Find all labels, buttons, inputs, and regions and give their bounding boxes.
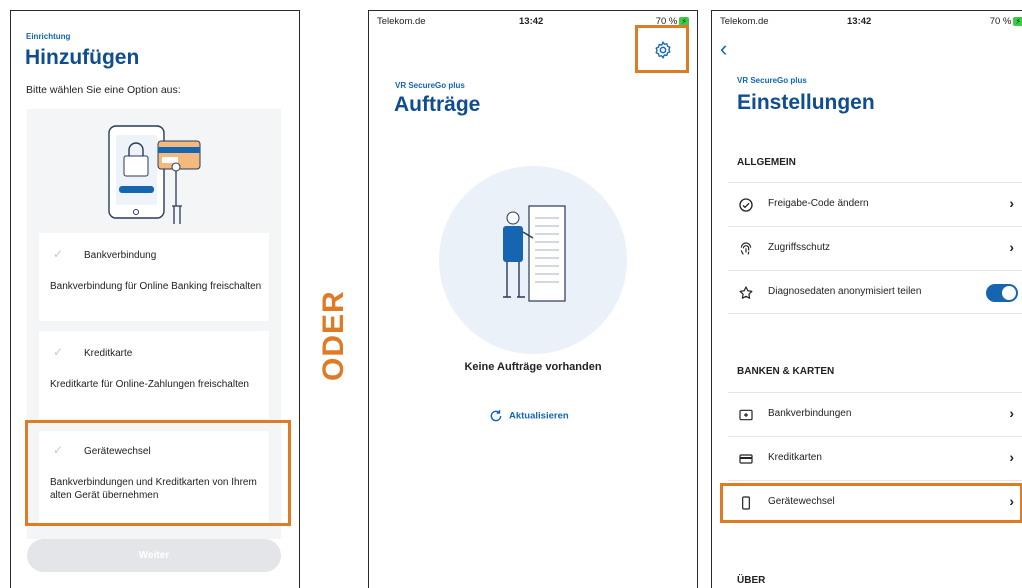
phone-card-illustration	[108, 125, 201, 224]
section-header-allgemein: ALLGEMEIN	[737, 157, 796, 168]
option-card-bankverbindung[interactable]: ✓ Bankverbindung Bankverbindung für Onli…	[39, 233, 269, 321]
gear-icon	[655, 41, 671, 59]
battery-indicator: 70 % ⚡	[990, 16, 1022, 27]
back-chevron-icon[interactable]: ‹	[720, 36, 727, 62]
chevron-right-icon: ›	[1009, 405, 1014, 421]
check-icon: ✓	[53, 345, 64, 359]
next-button[interactable]: Weiter	[27, 539, 281, 572]
eyebrow-label: VR SecureGo plus	[395, 81, 465, 90]
page-title: Einstellungen	[737, 91, 875, 114]
option-title: Bankverbindung	[84, 250, 157, 261]
option-description: Kreditkarte für Online-Zahlungen freisch…	[50, 379, 249, 390]
screen-settings: Telekom.de 13:42 70 % ⚡ ‹ VR SecureGo plu…	[711, 10, 1022, 588]
battery-label: 70 %	[989, 16, 1012, 27]
refresh-label: Aktualisieren	[509, 410, 569, 422]
settings-row-diagnosedaten: Diagnosedaten anonymisiert teilen	[728, 270, 1022, 314]
option-card-kreditkarte[interactable]: ✓ Kreditkarte Kreditkarte für Online-Zah…	[39, 331, 269, 419]
settings-row-zugriffsschutz[interactable]: Zugriffsschutz ›	[728, 226, 1022, 270]
row-label: Bankverbindungen	[768, 408, 852, 419]
carrier-label: Telekom.de	[377, 16, 426, 27]
instruction-text: Bitte wählen Sie eine Option aus:	[26, 84, 181, 96]
option-title: Kreditkarte	[84, 348, 133, 359]
chevron-right-icon: ›	[1009, 195, 1014, 211]
check-icon: ✓	[53, 247, 64, 261]
clock: 13:42	[847, 16, 872, 27]
chevron-right-icon: ›	[1009, 449, 1014, 465]
carrier-label: Telekom.de	[720, 16, 769, 27]
row-label: Diagnosedaten anonymisiert teilen	[768, 286, 922, 297]
person-list-illustration	[503, 205, 566, 302]
settings-row-bankverbindungen[interactable]: Bankverbindungen ›	[728, 392, 1022, 436]
battery-icon: ⚡	[1013, 17, 1022, 26]
eyebrow-label: Einrichtung	[26, 32, 71, 41]
settings-button[interactable]	[635, 25, 689, 73]
screen-add-option: Einrichtung Hinzufügen Bitte wählen Sie …	[10, 10, 300, 588]
check-circle-icon	[739, 198, 753, 212]
section-header-banken-karten: BANKEN & KARTEN	[737, 366, 835, 377]
chevron-right-icon: ›	[1009, 239, 1014, 255]
separator-label: ODER	[317, 290, 350, 381]
clock: 13:42	[519, 16, 544, 27]
diagnostics-toggle[interactable]	[986, 284, 1018, 302]
status-bar: Telekom.de 13:42 70 % ⚡	[712, 11, 1022, 33]
bank-icon	[739, 409, 753, 421]
page-title: Hinzufügen	[25, 46, 140, 69]
empty-state-text: Keine Aufträge vorhanden	[464, 361, 602, 373]
star-icon	[739, 286, 753, 299]
settings-row-freigabe-code[interactable]: Freigabe-Code ändern ›	[728, 182, 1022, 226]
refresh-button[interactable]: Aktualisieren	[489, 409, 569, 423]
section-header-ueber: ÜBER	[737, 575, 766, 586]
screen-orders: Telekom.de 13:42 70 % ⚡ VR SecureGo plus …	[368, 10, 698, 588]
option-description: Bankverbindung für Online Banking freisc…	[50, 281, 262, 292]
settings-row-kreditkarten[interactable]: Kreditkarten ›	[728, 436, 1022, 480]
page-title: Aufträge	[394, 93, 481, 116]
row-label: Freigabe-Code ändern	[768, 198, 869, 209]
row-label: Kreditkarten	[768, 452, 822, 463]
highlight-frame	[720, 483, 1022, 523]
empty-state-illustration	[439, 166, 627, 354]
row-label: Zugriffsschutz	[768, 242, 831, 253]
highlight-frame	[25, 420, 291, 526]
fingerprint-icon	[740, 242, 752, 255]
credit-card-icon	[739, 454, 753, 464]
refresh-icon	[490, 410, 502, 422]
eyebrow-label: VR SecureGo plus	[737, 76, 807, 85]
